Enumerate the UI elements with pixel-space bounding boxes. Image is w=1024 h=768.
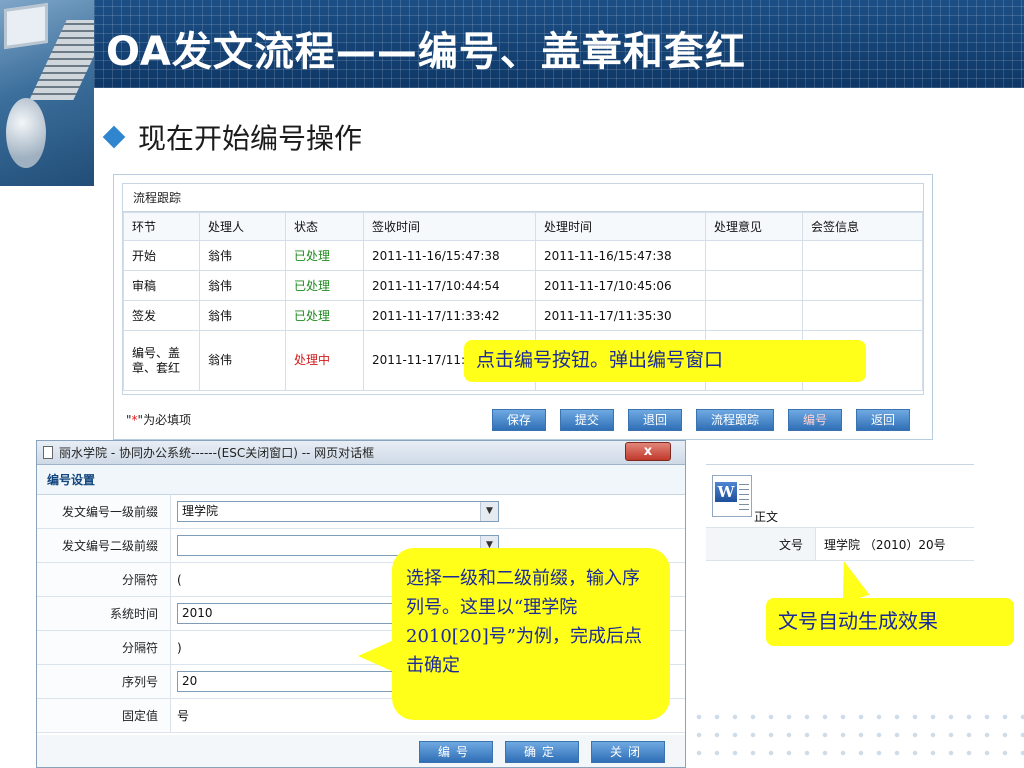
cell-countersign <box>802 300 923 331</box>
mouse-graphic <box>6 98 46 168</box>
chevron-down-icon[interactable]: ▼ <box>480 502 498 521</box>
document-lines <box>739 484 749 510</box>
col-header-status: 状态 <box>285 212 364 241</box>
cell-processed: 2011-11-17/10:45:06 <box>535 270 706 301</box>
cell-step: 编号、盖章、套红 <box>123 330 200 391</box>
cell-step: 签发 <box>123 300 200 331</box>
cell-received: 2011-11-17/11:33:42 <box>363 300 536 331</box>
cell-received: 2011-11-16/15:47:38 <box>363 240 536 271</box>
cell-processed: 2011-11-17/11:35:30 <box>535 300 706 331</box>
callout-auto-result: 文号自动生成效果 <box>766 598 1014 646</box>
callout-select-prefix: 选择一级和二级前缀，输入序列号。这里以“理学院2010[20]号”为例，完成后点… <box>358 548 670 720</box>
table-row: 审稿 翁伟 已处理 2011-11-17/10:44:54 2011-11-17… <box>123 270 923 301</box>
systime-input[interactable]: 2010 <box>177 603 397 624</box>
cell-step: 审稿 <box>123 270 200 301</box>
save-button[interactable]: 保存 <box>491 409 546 431</box>
flow-track-button[interactable]: 流程跟踪 <box>695 409 774 431</box>
header-photo <box>0 0 94 186</box>
table-row: 开始 翁伟 已处理 2011-11-16/15:47:38 2011-11-16… <box>123 240 923 271</box>
dialog-button-bar: 编号 确定 关闭 <box>418 741 665 763</box>
doc-number-result: W 正文 文号 理学院 （2010）20号 <box>706 464 974 564</box>
word-w-glyph: W <box>715 482 737 502</box>
return-button[interactable]: 返回 <box>855 409 910 431</box>
confirm-button[interactable]: 确定 <box>504 741 579 763</box>
col-header-processed: 处理时间 <box>535 212 706 241</box>
cell-handler: 翁伟 <box>199 300 286 331</box>
required-note: "*"为必填项 <box>126 413 192 427</box>
slide-bullet: 现在开始编号操作 <box>102 117 363 157</box>
doc-number-label: 文号 <box>706 528 816 560</box>
cell-received: 2011-11-17/10:44:54 <box>363 270 536 301</box>
dialog-section-title: 编号设置 <box>37 465 685 495</box>
col-header-handler: 处理人 <box>199 212 286 241</box>
serial-input[interactable]: 20 <box>177 671 397 692</box>
word-document-icon[interactable]: W <box>712 475 752 517</box>
callout-number-button: 点击编号按钮。弹出编号窗口 <box>464 340 866 382</box>
diamond-bullet-icon <box>102 125 126 149</box>
cell-countersign <box>802 270 923 301</box>
dot-pattern <box>690 708 1024 768</box>
col-header-countersign: 会签信息 <box>802 212 923 241</box>
doc-body-link[interactable]: 正文 <box>754 508 778 525</box>
cell-countersign <box>802 240 923 271</box>
flow-footer: "*"为必填项 保存 提交 退回 流程跟踪 编号 返回 <box>122 405 924 433</box>
cell-status: 已处理 <box>285 270 364 301</box>
flow-tracking-panel: 流程跟踪 环节 处理人 状态 签收时间 处理时间 处理意见 会签信息 开始 翁伟… <box>113 174 933 440</box>
slide-title: OA发文流程——编号、盖章和套红 <box>106 29 746 75</box>
cell-step: 开始 <box>123 240 200 271</box>
field-label: 发文编号二级前缀 <box>37 529 171 562</box>
dialog-window-title: 丽水学院 - 协同办公系统------(ESC关闭窗口) -- 网页对话框 <box>59 446 375 460</box>
monitor-graphic <box>4 2 48 50</box>
col-header-received: 签收时间 <box>363 212 536 241</box>
col-header-opinion: 处理意见 <box>705 212 803 241</box>
field-label: 分隔符 <box>37 563 171 596</box>
prefix1-selected-value: 理学院 <box>182 504 219 518</box>
form-row-prefix1: 发文编号一级前缀 理学院 ▼ <box>37 495 685 529</box>
field-label: 系统时间 <box>37 597 171 630</box>
close-button[interactable]: 关闭 <box>590 741 665 763</box>
doc-number-row: 文号 理学院 （2010）20号 <box>706 527 974 561</box>
flow-button-bar: 保存 提交 退回 流程跟踪 编号 返回 <box>491 409 910 431</box>
bullet-text: 现在开始编号操作 <box>138 122 363 155</box>
cell-status: 处理中 <box>285 330 364 391</box>
field-value-cell: 理学院 ▼ <box>171 495 685 528</box>
flow-header-row: 环节 处理人 状态 签收时间 处理时间 处理意见 会签信息 <box>123 212 923 241</box>
field-label: 序列号 <box>37 665 171 698</box>
close-icon[interactable]: x <box>625 442 671 461</box>
send-back-button[interactable]: 退回 <box>627 409 682 431</box>
page-icon <box>43 446 53 459</box>
required-star: * <box>131 413 138 427</box>
prefix1-select[interactable]: 理学院 ▼ <box>177 501 499 522</box>
submit-button[interactable]: 提交 <box>559 409 614 431</box>
required-text: 为必填项 <box>143 413 192 427</box>
cell-handler: 翁伟 <box>199 240 286 271</box>
cell-handler: 翁伟 <box>199 330 286 391</box>
field-label: 发文编号一级前缀 <box>37 495 171 528</box>
dialog-footer: 编号 确定 关闭 <box>37 735 685 767</box>
cell-status: 已处理 <box>285 240 364 271</box>
dialog-titlebar: 丽水学院 - 协同办公系统------(ESC关闭窗口) -- 网页对话框 x <box>37 441 685 465</box>
doc-number-value: 理学院 （2010）20号 <box>824 538 946 552</box>
cell-handler: 翁伟 <box>199 270 286 301</box>
cell-opinion <box>705 300 803 331</box>
number-button[interactable]: 编号 <box>787 409 842 431</box>
flow-caption: 流程跟踪 <box>123 184 923 212</box>
field-label: 分隔符 <box>37 631 171 664</box>
field-label: 固定值 <box>37 699 171 732</box>
table-row: 签发 翁伟 已处理 2011-11-17/11:33:42 2011-11-17… <box>123 300 923 331</box>
col-header-step: 环节 <box>123 212 200 241</box>
dialog-number-button[interactable]: 编号 <box>418 741 493 763</box>
cell-status: 已处理 <box>285 300 364 331</box>
cell-opinion <box>705 270 803 301</box>
cell-opinion <box>705 240 803 271</box>
cell-processed: 2011-11-16/15:47:38 <box>535 240 706 271</box>
